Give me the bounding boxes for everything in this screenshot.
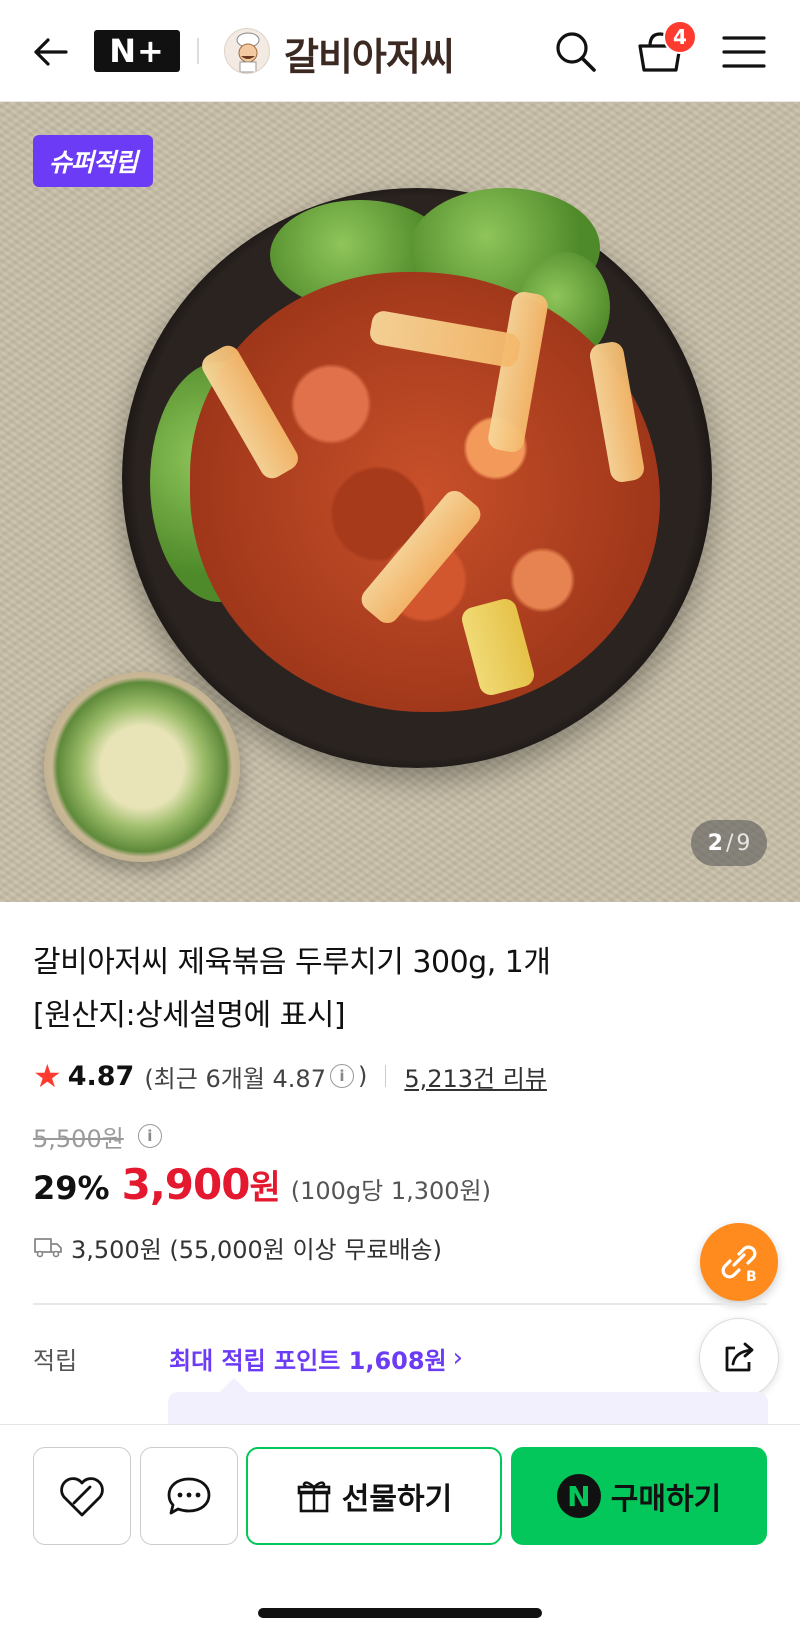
- chef-logo-icon: [236, 32, 260, 73]
- recent-rating-text: (최근 6개월 4.87: [144, 1064, 326, 1093]
- bottom-action-bar: 선물하기 N 구매하기: [0, 1424, 800, 1635]
- link-b-icon: B: [721, 1245, 757, 1285]
- blog-link-button[interactable]: B: [700, 1223, 778, 1301]
- star-icon: ★: [33, 1057, 62, 1095]
- search-icon: [556, 32, 596, 72]
- product-title-line2: [원산지:상세설명에 표시]: [33, 998, 346, 1033]
- menu-button[interactable]: [720, 30, 768, 74]
- chat-icon: [167, 1477, 211, 1515]
- sale-price: 3,900: [121, 1160, 251, 1209]
- buy-button[interactable]: N 구매하기: [511, 1447, 767, 1545]
- image-counter-current: 2: [707, 830, 723, 856]
- heart-icon: [60, 1477, 104, 1517]
- buy-button-label: 구매하기: [610, 1482, 722, 1517]
- review-count-link[interactable]: 5,213건 리뷰: [404, 1059, 547, 1094]
- image-counter-separator: /: [725, 830, 734, 856]
- talk-talk-button[interactable]: [140, 1447, 238, 1545]
- store-name[interactable]: 갈비아저씨: [284, 26, 455, 81]
- naver-n-icon: N: [556, 1474, 601, 1518]
- image-counter-total: 9: [736, 830, 751, 856]
- original-price-row: 5,500원 i: [33, 1118, 166, 1154]
- chevron-right-icon: ›: [452, 1343, 464, 1373]
- share-icon: [725, 1342, 754, 1372]
- gift-icon: [297, 1481, 331, 1513]
- gift-button-label: 선물하기: [341, 1482, 453, 1517]
- top-header: N+ 갈비아저씨 4: [0, 0, 800, 102]
- back-arrow-icon: [34, 38, 68, 66]
- search-button[interactable]: [552, 28, 600, 76]
- home-indicator[interactable]: [258, 1608, 542, 1618]
- truck-icon: [34, 1238, 62, 1258]
- section-divider: [33, 1303, 767, 1305]
- discount-rate: 29%: [33, 1169, 110, 1207]
- cart-count-badge: 4: [663, 20, 697, 54]
- gift-button[interactable]: 선물하기: [246, 1447, 502, 1545]
- points-row[interactable]: 적립 최대 적립 포인트 1,608원 ›: [33, 1338, 463, 1378]
- max-points[interactable]: 최대 적립 포인트 1,608원: [169, 1341, 447, 1376]
- menu-icon: [722, 36, 766, 68]
- nplus-store-badge[interactable]: N+: [94, 30, 180, 72]
- info-icon[interactable]: i: [329, 1064, 354, 1088]
- rating-value: 4.87: [67, 1060, 135, 1092]
- store-logo[interactable]: [224, 28, 270, 74]
- product-title-line1: 갈비아저씨 제육볶음 두루치기 300g, 1개: [33, 945, 551, 980]
- share-button[interactable]: [699, 1318, 779, 1398]
- image-counter: 2 / 9: [691, 820, 767, 866]
- shipping-fee: 3,500원 (55,000원 이상 무료배송): [71, 1235, 442, 1264]
- unit-price: (100g당 1,300원): [290, 1177, 491, 1205]
- wishlist-button[interactable]: [33, 1447, 131, 1545]
- price-row: 29% 3,900 원 (100g당 1,300원): [33, 1160, 491, 1220]
- shipping-row: 3,500원 (55,000원 이상 무료배송): [33, 1229, 442, 1265]
- back-button[interactable]: [28, 30, 72, 74]
- currency-unit: 원: [249, 1168, 281, 1208]
- rating-row: ★ 4.87 (최근 6개월 4.87 i ) 5,213건 리뷰: [33, 1056, 547, 1096]
- product-image-carousel[interactable]: 슈퍼적립 2 / 9: [0, 102, 800, 902]
- product-title: 갈비아저씨 제육볶음 두루치기 300g, 1개 [원산지:상세설명에 표시]: [33, 936, 633, 1042]
- super-points-badge: 슈퍼적립: [33, 135, 154, 187]
- header-divider: [197, 38, 199, 64]
- original-price: 5,500원: [33, 1124, 124, 1153]
- info-icon[interactable]: i: [137, 1124, 162, 1148]
- svg-text:B: B: [746, 1269, 757, 1285]
- points-label: 적립: [33, 1346, 78, 1375]
- green-onion-side-bowl: [44, 672, 240, 862]
- rating-divider: [385, 1065, 387, 1087]
- recent-rating-close: ): [357, 1062, 368, 1090]
